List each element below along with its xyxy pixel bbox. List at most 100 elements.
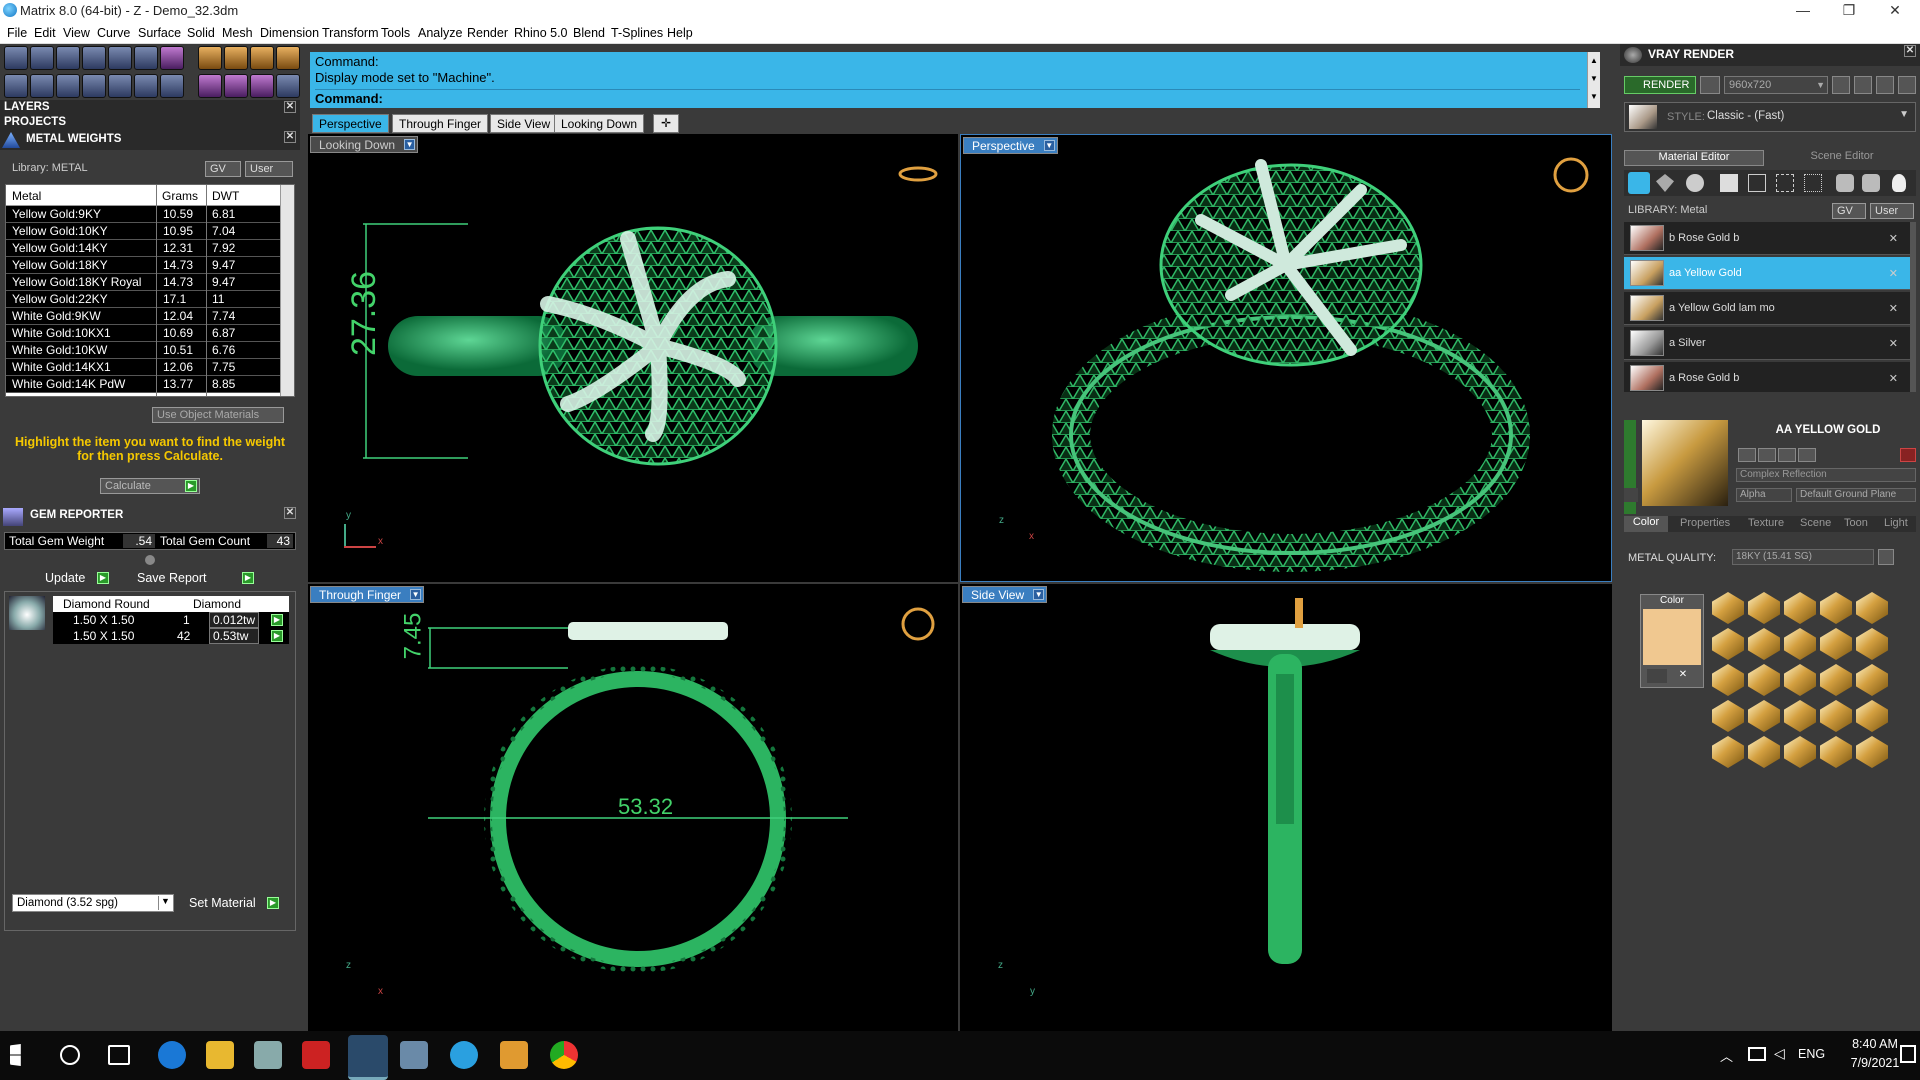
table-scrollbar[interactable] xyxy=(280,185,294,396)
drop-icon[interactable] xyxy=(1628,172,1650,194)
viewport-through-finger[interactable]: Through Finger ▼ 7.45 53.32 z x xyxy=(308,584,958,1031)
frame-tool-icon[interactable] xyxy=(224,46,248,70)
table-row[interactable]: White Gold:9KW 12.04 7.74 xyxy=(6,308,294,325)
transform-tool-icon[interactable] xyxy=(134,74,158,98)
metal-quality-select[interactable]: 18KY (15.41 SG) xyxy=(1732,549,1874,565)
square-icon[interactable] xyxy=(1720,174,1738,192)
app-icon[interactable] xyxy=(302,1041,330,1069)
volume-icon[interactable]: ◁ xyxy=(1774,1045,1785,1062)
projects-header[interactable]: PROJECTS xyxy=(0,115,300,130)
brush-icon[interactable] xyxy=(1862,174,1880,192)
table-row[interactable]: White Gold:10KX1 10.69 6.87 xyxy=(6,325,294,342)
tab-texture[interactable]: Texture xyxy=(1748,517,1784,529)
grid-view-icon[interactable] xyxy=(1854,76,1872,94)
camera-icon[interactable] xyxy=(1700,76,1720,94)
resolution-select[interactable]: 960x720 ▼ xyxy=(1724,76,1828,94)
splitter-handle[interactable] xyxy=(145,555,155,565)
gold-swatch[interactable] xyxy=(1748,592,1780,624)
table-row[interactable]: Yellow Gold:18KY 14.73 9.47 xyxy=(6,257,294,274)
app-icon[interactable] xyxy=(400,1041,428,1069)
gv-button[interactable]: GV xyxy=(205,161,241,177)
gold-swatch[interactable] xyxy=(1820,736,1852,768)
list-view-icon[interactable] xyxy=(1876,76,1894,94)
pave-tool-icon[interactable] xyxy=(224,74,248,98)
set-material-button[interactable]: Set Material ▶ xyxy=(184,895,282,911)
menu-analyze[interactable]: Analyze xyxy=(418,26,462,40)
close-icon[interactable]: ✕ xyxy=(1889,302,1898,315)
mesh-icon[interactable] xyxy=(1804,174,1822,192)
expand-icon[interactable] xyxy=(1624,488,1638,502)
chrome-icon[interactable] xyxy=(550,1041,578,1069)
palette-icon[interactable] xyxy=(1647,669,1667,683)
zoom-tool-icon[interactable] xyxy=(30,46,54,70)
reflection-select[interactable]: Complex Reflection xyxy=(1736,468,1916,482)
add-tab-icon[interactable]: ✛ xyxy=(653,114,679,133)
notification-icon[interactable] xyxy=(1900,1045,1916,1063)
table-row[interactable]: Yellow Gold:9KY 10.59 6.81 xyxy=(6,206,294,223)
maximize-button[interactable]: ❐ xyxy=(1826,0,1872,22)
list-item[interactable]: b Rose Gold b ✕ xyxy=(1624,222,1912,255)
gold-swatch[interactable] xyxy=(1748,628,1780,660)
menu-curve[interactable]: Curve xyxy=(97,26,130,40)
gold-swatch[interactable] xyxy=(1784,736,1816,768)
gold-swatch[interactable] xyxy=(1784,700,1816,732)
copy-icon[interactable] xyxy=(1758,448,1776,462)
sphere-icon[interactable] xyxy=(1686,174,1704,192)
tab-material-editor[interactable]: Material Editor xyxy=(1624,150,1764,166)
menu-transform[interactable]: Transform xyxy=(322,26,379,40)
close-icon[interactable]: ✕ xyxy=(1904,45,1916,57)
tab-toon[interactable]: Toon xyxy=(1844,517,1868,529)
tab-light[interactable]: Light xyxy=(1884,517,1908,529)
tab-scene[interactable]: Scene xyxy=(1800,517,1831,529)
command-scrollbar[interactable]: ▲ ▼ ▼ xyxy=(1587,52,1600,108)
user-button[interactable]: User xyxy=(245,161,293,177)
table-row[interactable]: 1.50 X 1.50 42 0.53tw ▶ xyxy=(53,628,289,644)
layer-tool-icon[interactable] xyxy=(56,46,80,70)
gold-swatch[interactable] xyxy=(1820,628,1852,660)
prong-tool-icon[interactable] xyxy=(198,74,222,98)
app-icon[interactable] xyxy=(254,1041,282,1069)
matrix-icon[interactable] xyxy=(500,1041,528,1069)
menu-render[interactable]: Render xyxy=(467,26,508,40)
refresh-icon[interactable] xyxy=(1878,549,1894,565)
rewind-icon[interactable] xyxy=(1832,76,1850,94)
network-icon[interactable] xyxy=(1748,1047,1766,1061)
layout-icon[interactable] xyxy=(1898,76,1916,94)
menu-help[interactable]: Help xyxy=(667,26,693,40)
gold-swatch[interactable] xyxy=(1712,628,1744,660)
paste-icon[interactable] xyxy=(1778,448,1796,462)
menu-tsplines[interactable]: T-Splines xyxy=(611,26,663,40)
tab-side-view[interactable]: Side View xyxy=(490,114,558,133)
gold-swatch[interactable] xyxy=(1784,592,1816,624)
menu-blend[interactable]: Blend xyxy=(573,26,605,40)
tab-perspective[interactable]: Perspective xyxy=(312,114,389,133)
minimize-button[interactable]: — xyxy=(1780,0,1826,22)
layers-header[interactable]: LAYERS ✕ xyxy=(0,100,300,115)
calculate-button[interactable]: Calculate ▶ xyxy=(100,478,200,494)
gold-swatch[interactable] xyxy=(1856,592,1888,624)
filter-tool-icon[interactable] xyxy=(108,74,132,98)
render-tool-icon[interactable] xyxy=(276,74,300,98)
tab-looking-down[interactable]: Looking Down xyxy=(554,114,645,133)
close-icon[interactable]: ✕ xyxy=(284,101,296,113)
search-icon[interactable] xyxy=(60,1045,80,1065)
menu-rhino[interactable]: Rhino 5.0 xyxy=(514,26,568,40)
play-icon[interactable]: ▶ xyxy=(271,614,283,626)
list-item[interactable]: a Rose Gold b ✕ xyxy=(1624,362,1912,392)
copy-tool-icon[interactable] xyxy=(108,46,132,70)
menu-dimension[interactable]: Dimension xyxy=(260,26,319,40)
close-icon[interactable]: ✕ xyxy=(284,131,296,143)
gold-swatch[interactable] xyxy=(1784,628,1816,660)
paint-icon[interactable] xyxy=(1836,174,1854,192)
box-tool-icon[interactable] xyxy=(82,46,106,70)
chevron-up-icon[interactable]: ︿ xyxy=(1720,1046,1733,1065)
gv-button[interactable]: GV xyxy=(1832,203,1866,219)
close-button[interactable]: ✕ xyxy=(1872,0,1918,22)
table-row[interactable]: 1.50 X 1.50 1 0.012tw ▶ xyxy=(53,612,289,628)
start-icon[interactable] xyxy=(10,1043,21,1067)
material-select[interactable]: Diamond (3.52 spg) ▼ xyxy=(12,894,174,912)
color-swatch[interactable] xyxy=(1643,609,1701,665)
use-object-materials-button[interactable]: Use Object Materials xyxy=(152,407,284,423)
bezel-tool-icon[interactable] xyxy=(250,74,274,98)
command-prompt-input[interactable]: Command: xyxy=(315,89,1580,106)
